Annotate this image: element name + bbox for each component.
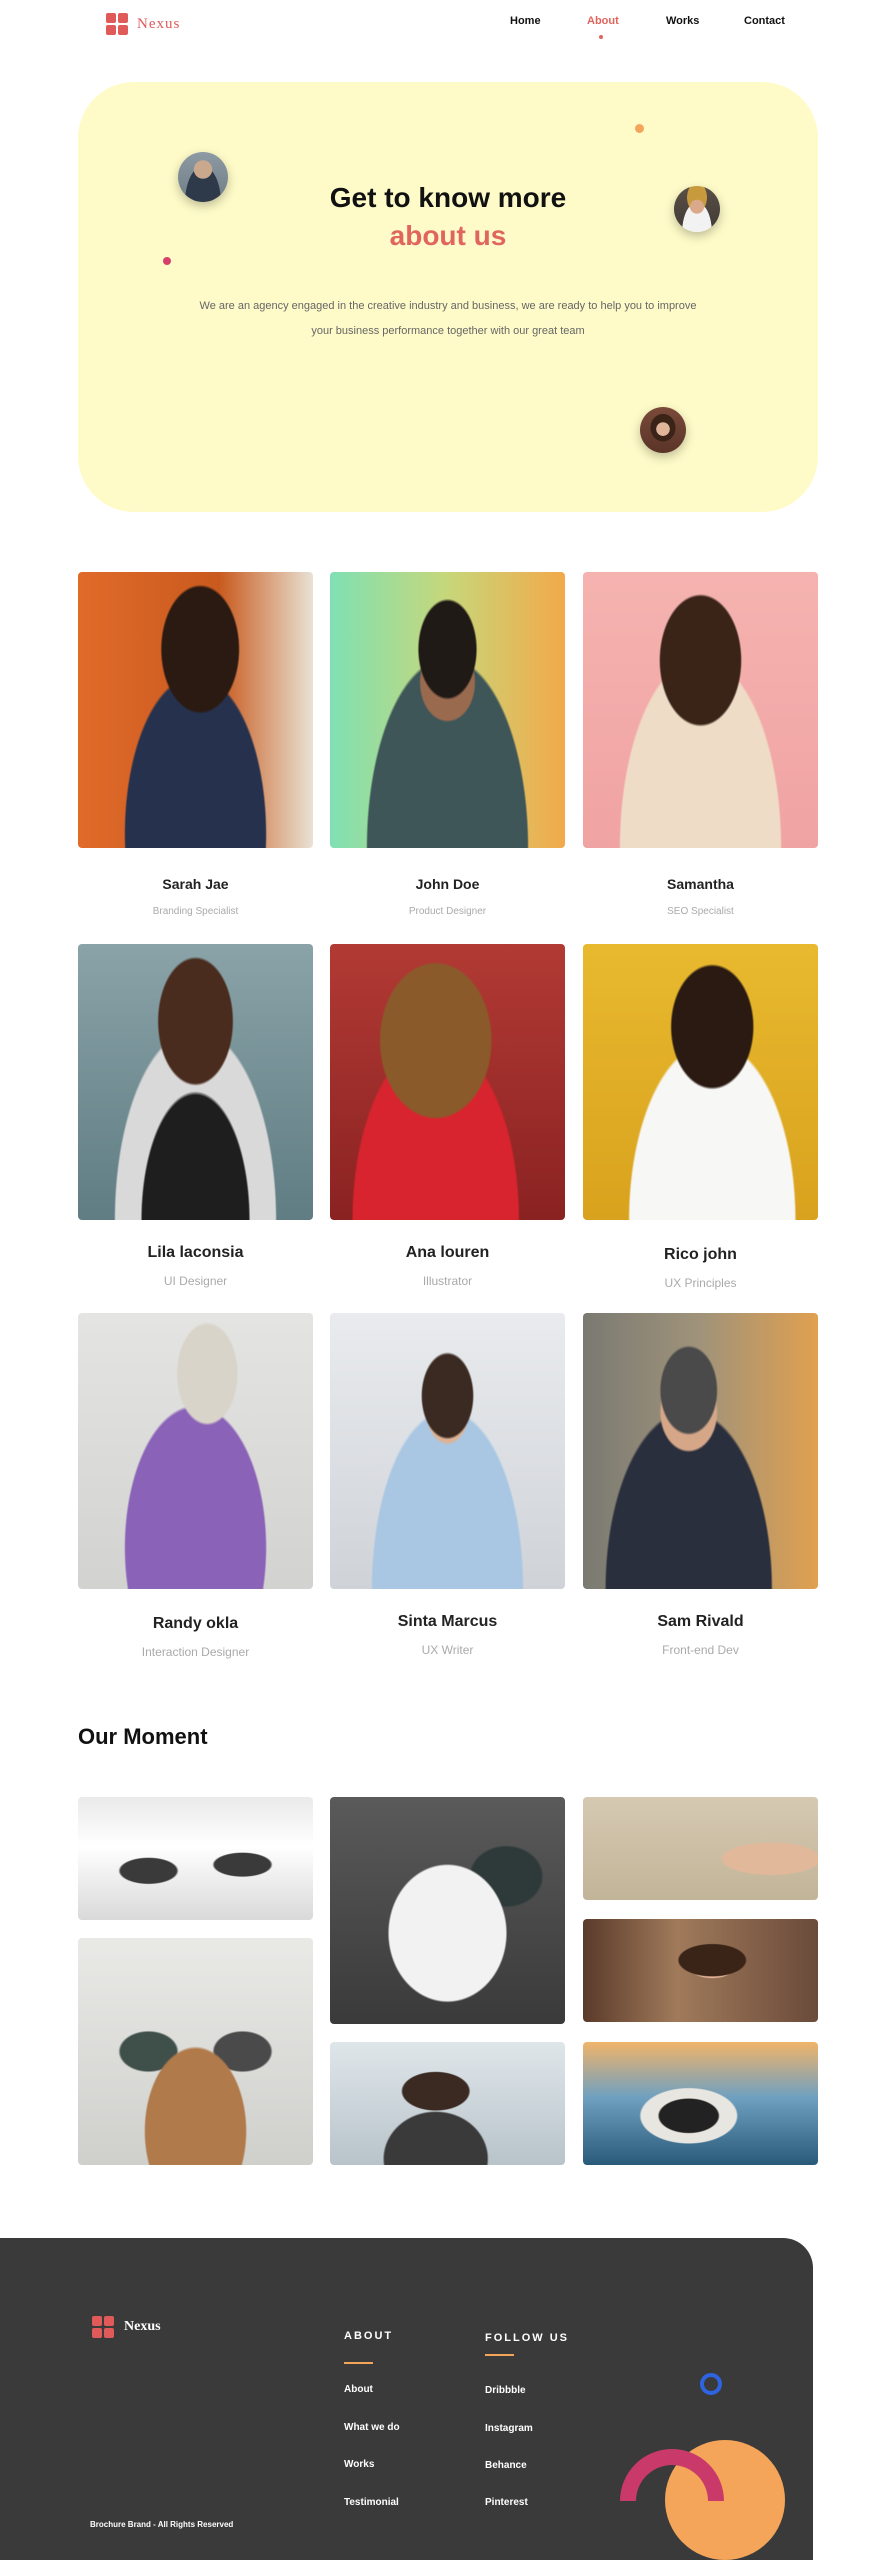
team-photo (78, 944, 313, 1220)
team-member-role: UX Writer (421, 1643, 474, 1657)
team-card[interactable]: John Doe Product Designer (330, 572, 565, 917)
team-card[interactable]: Sinta Marcus UX Writer (330, 1313, 565, 1657)
footer-follow-underline (485, 2354, 514, 2356)
moment-photo[interactable] (583, 1797, 818, 1900)
team-photo (78, 1313, 313, 1589)
hero-section: Get to know more about us We are an agen… (78, 82, 818, 512)
team-member-role: Front-end Dev (662, 1643, 739, 1657)
team-member-name: Samantha (667, 876, 734, 892)
nav-link-contact[interactable]: Contact (744, 15, 785, 27)
footer-brand-name: Nexus (124, 2319, 161, 2334)
hero-avatar (640, 407, 686, 453)
copyright-text: Brochure Brand - All Rights Reserved (90, 2520, 234, 2529)
team-card[interactable]: Ana louren Illustrator (330, 944, 565, 1288)
footer-link-what-we-do[interactable]: What we do (344, 2422, 400, 2433)
footer-decoration (620, 2373, 785, 2560)
team-member-role: Branding Specialist (152, 906, 239, 917)
team-card[interactable]: Samantha SEO Specialist (583, 572, 818, 917)
hero-title-accent: about us (389, 220, 507, 251)
team-member-name: Sinta Marcus (397, 1613, 498, 1630)
team-photo (583, 1313, 818, 1589)
team-card[interactable]: Sam Rivald Front-end Dev (583, 1313, 818, 1657)
team-member-name: Sam Rivald (657, 1613, 744, 1630)
nav-link-works[interactable]: Works (666, 15, 699, 27)
team-member-name: John Doe (415, 876, 480, 892)
team-member-role: Interaction Designer (141, 1645, 250, 1659)
team-member-name: Lila laconsia (147, 1244, 244, 1261)
footer-link-behance[interactable]: Behance (485, 2460, 527, 2471)
team-member-role: SEO Specialist (667, 906, 734, 917)
team-card[interactable]: Randy okla Interaction Designer (78, 1313, 313, 1659)
footer-link-testimonial[interactable]: Testimonial (344, 2497, 399, 2508)
team-photo (330, 1313, 565, 1589)
nav-link-home[interactable]: Home (510, 15, 541, 27)
hero-title: Get to know more (329, 182, 567, 213)
decorative-dot (635, 124, 644, 133)
footer-link-instagram[interactable]: Instagram (485, 2423, 533, 2434)
hero-description: We are an agency engaged in the creative… (199, 300, 697, 337)
footer-about-title: ABOUT (344, 2330, 394, 2342)
team-member-name: Ana louren (405, 1244, 490, 1261)
team-photo (583, 944, 818, 1220)
moment-photo[interactable] (583, 1919, 818, 2022)
moment-section-title: Our Moment (78, 1724, 208, 1749)
moment-photo[interactable] (583, 2042, 818, 2165)
team-member-role: UX Principles (664, 1276, 737, 1290)
team-photo (78, 572, 313, 848)
team-member-name: Rico john (664, 1246, 737, 1263)
team-card[interactable]: Sarah Jae Branding Specialist (78, 572, 313, 917)
footer-link-dribbble[interactable]: Dribbble (485, 2385, 526, 2396)
team-photo (330, 944, 565, 1220)
moment-photo[interactable] (330, 2042, 565, 2165)
team-member-role: Illustrator (422, 1274, 473, 1288)
team-member-name: Sarah Jae (162, 876, 229, 892)
decorative-ring-icon (700, 2373, 722, 2395)
footer-link-about[interactable]: About (344, 2384, 373, 2395)
decorative-dot (163, 257, 171, 265)
team-card[interactable]: Lila laconsia UI Designer (78, 944, 313, 1288)
footer-follow-title: FOLLOW US (485, 2332, 569, 2344)
moment-photo[interactable] (330, 1797, 565, 2024)
team-member-role: UI Designer (163, 1274, 228, 1288)
active-indicator-dot (599, 35, 603, 39)
top-navigation: Nexus Home About Works Contact (0, 0, 891, 48)
moment-photo[interactable] (78, 1938, 313, 2165)
team-member-role: Product Designer (408, 906, 487, 917)
moment-photo[interactable] (78, 1797, 313, 1920)
logo-grid-icon (92, 2316, 114, 2338)
footer-about-underline (344, 2362, 373, 2364)
team-photo (583, 572, 818, 848)
footer-link-pinterest[interactable]: Pinterest (485, 2497, 528, 2508)
footer-link-works[interactable]: Works (344, 2459, 374, 2470)
nav-link-about[interactable]: About (587, 15, 619, 27)
team-card[interactable]: Rico john UX Principles (583, 944, 818, 1290)
nav-links: Home About Works Contact (0, 15, 891, 39)
site-footer: Nexus Brochure Brand - All Rights Reserv… (0, 2238, 813, 2560)
team-photo (330, 572, 565, 848)
team-member-name: Randy okla (152, 1615, 239, 1632)
footer-logo[interactable]: Nexus (92, 2316, 161, 2338)
